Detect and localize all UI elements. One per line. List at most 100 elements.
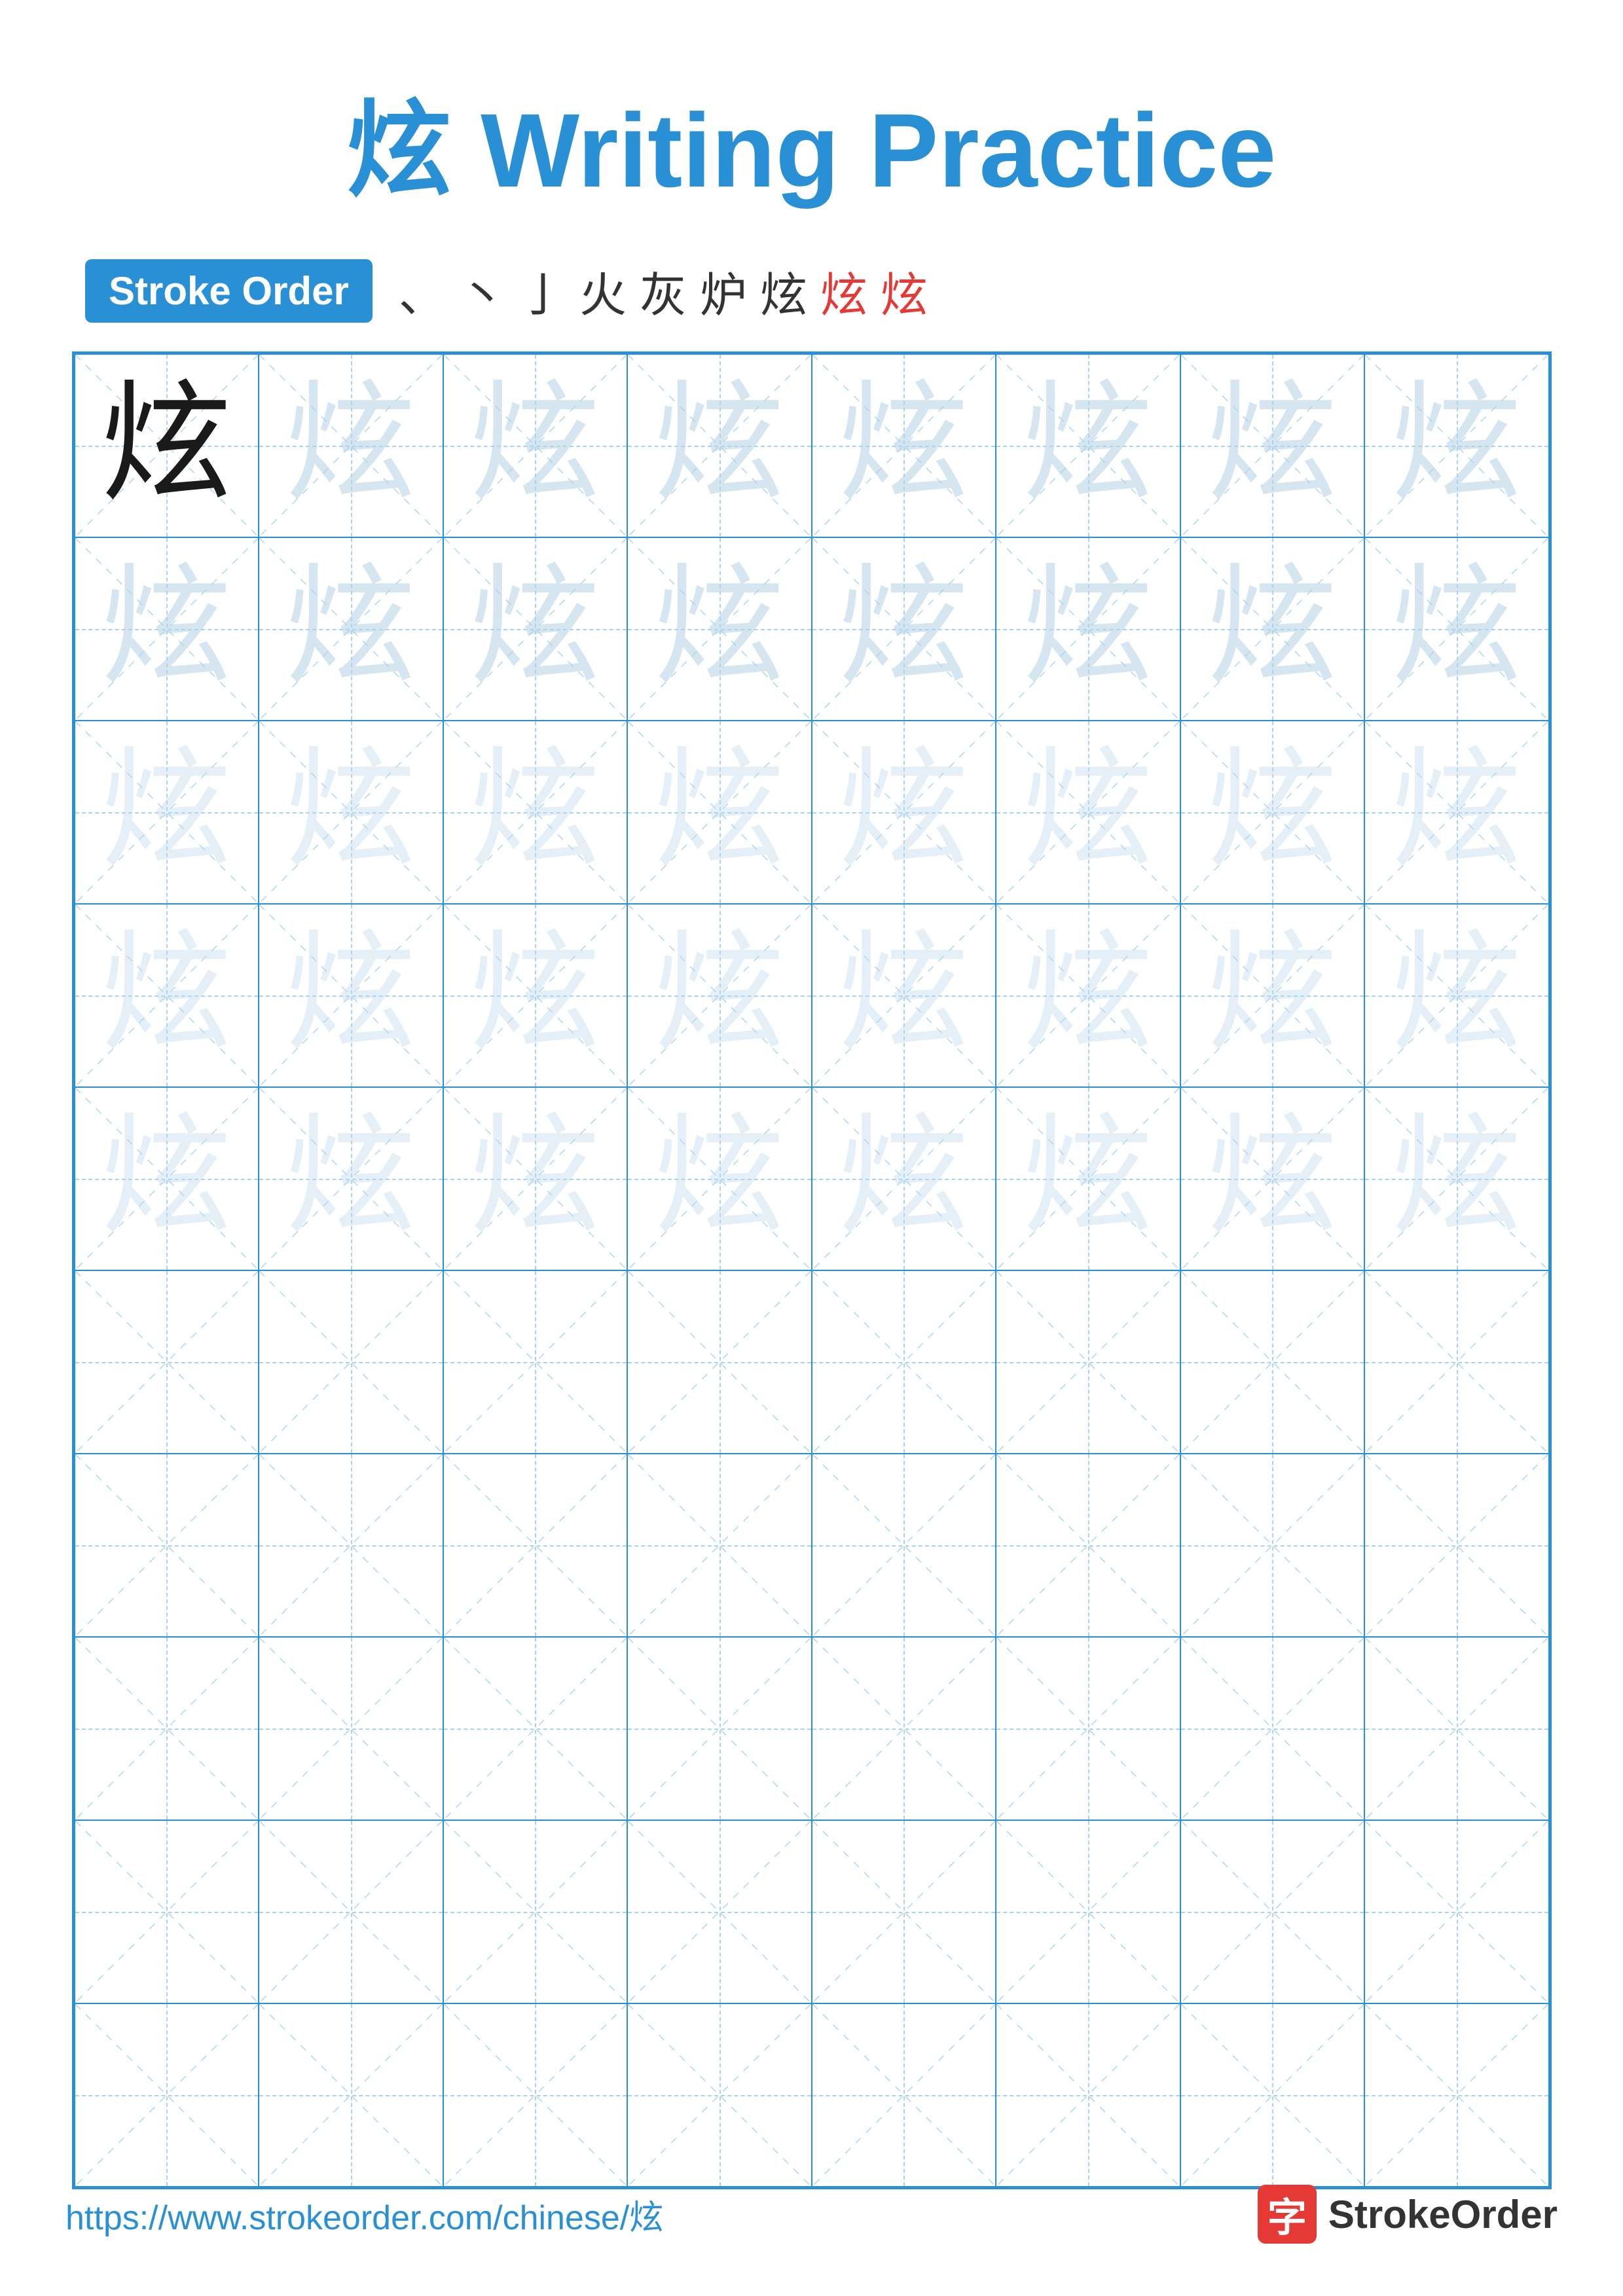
cell-6-5: [812, 1270, 996, 1454]
cell-10-6: [996, 2003, 1180, 2187]
char-light: 炫: [1023, 564, 1154, 694]
char-very-light: 炫: [1023, 747, 1154, 878]
cell-2-1: 炫: [75, 537, 259, 721]
char-light: 炫: [1207, 380, 1338, 511]
cell-3-7: 炫: [1180, 721, 1365, 904]
cell-8-6: [996, 1637, 1180, 1820]
char-dark: 炫: [101, 380, 232, 511]
cell-10-7: [1180, 2003, 1365, 2187]
cell-9-7: [1180, 1820, 1365, 2003]
cell-10-8: [1364, 2003, 1549, 2187]
page: 炫 Writing Practice Stroke Order 、 丶 亅 火 …: [0, 0, 1623, 2296]
grid-row-6: [75, 1270, 1549, 1454]
footer: https://www.strokeorder.com/chinese/炫 字 …: [65, 2185, 1558, 2244]
char-light: 炫: [1023, 380, 1154, 511]
cell-2-8: 炫: [1364, 537, 1549, 721]
cell-5-7: 炫: [1180, 1087, 1365, 1270]
cell-7-8: [1364, 1454, 1549, 1637]
char-very-light: 炫: [469, 747, 600, 878]
cell-7-7: [1180, 1454, 1365, 1637]
char-light: 炫: [469, 564, 600, 694]
cell-9-1: [75, 1820, 259, 2003]
char-very-light: 炫: [285, 747, 416, 878]
cell-4-1: 炫: [75, 904, 259, 1087]
stroke-3: 亅: [519, 257, 566, 325]
char-very-light: 炫: [1391, 1113, 1522, 1244]
char-very-light: 炫: [1023, 1113, 1154, 1244]
grid-row-10: [75, 2003, 1549, 2187]
cell-7-1: [75, 1454, 259, 1637]
char-very-light: 炫: [654, 747, 785, 878]
stroke-order-badge: Stroke Order: [85, 259, 373, 323]
grid-row-2: 炫 炫 炫 炫 炫 炫 炫 炫: [75, 537, 1549, 721]
cell-9-4: [627, 1820, 812, 2003]
stroke-2: 丶: [459, 257, 506, 325]
cell-5-4: 炫: [627, 1087, 812, 1270]
cell-6-4: [627, 1270, 812, 1454]
char-very-light: 炫: [1207, 1113, 1338, 1244]
cell-7-6: [996, 1454, 1180, 1637]
cell-5-5: 炫: [812, 1087, 996, 1270]
char-very-light: 炫: [1207, 930, 1338, 1061]
cell-1-8: 炫: [1364, 354, 1549, 537]
stroke-5: 灰: [640, 257, 687, 325]
char-very-light: 炫: [285, 1113, 416, 1244]
stroke-4: 火: [579, 257, 627, 325]
char-light: 炫: [838, 564, 969, 694]
grid-row-9: [75, 1820, 1549, 2003]
char-very-light: 炫: [654, 1113, 785, 1244]
cell-6-2: [259, 1270, 443, 1454]
char-very-light: 炫: [101, 747, 232, 878]
cell-7-5: [812, 1454, 996, 1637]
char-very-light: 炫: [838, 930, 969, 1061]
char-very-light: 炫: [1023, 930, 1154, 1061]
cell-5-8: 炫: [1364, 1087, 1549, 1270]
cell-6-6: [996, 1270, 1180, 1454]
cell-1-1: 炫: [75, 354, 259, 537]
cell-9-5: [812, 1820, 996, 2003]
char-very-light: 炫: [838, 1113, 969, 1244]
cell-4-4: 炫: [627, 904, 812, 1087]
cell-9-6: [996, 1820, 1180, 2003]
cell-1-4: 炫: [627, 354, 812, 537]
stroke-8: 炫: [820, 257, 867, 325]
grid-row-8: [75, 1637, 1549, 1820]
char-very-light: 炫: [1391, 747, 1522, 878]
cell-2-5: 炫: [812, 537, 996, 721]
cell-6-8: [1364, 1270, 1549, 1454]
footer-url[interactable]: https://www.strokeorder.com/chinese/炫: [65, 2190, 663, 2239]
cell-10-4: [627, 2003, 812, 2187]
grid-row-1: 炫 炫: [75, 354, 1549, 537]
footer-brand: 字 StrokeOrder: [1258, 2185, 1558, 2244]
cell-1-2: 炫: [259, 354, 443, 537]
cell-1-7: 炫: [1180, 354, 1365, 537]
cell-8-7: [1180, 1637, 1365, 1820]
cell-4-3: 炫: [443, 904, 628, 1087]
char-very-light: 炫: [1207, 747, 1338, 878]
cell-8-2: [259, 1637, 443, 1820]
stroke-sequence: 、 丶 亅 火 灰 炉 炫 炫 炫: [399, 257, 928, 325]
cell-5-6: 炫: [996, 1087, 1180, 1270]
cell-4-2: 炫: [259, 904, 443, 1087]
char-very-light: 炫: [1391, 930, 1522, 1061]
char-light: 炫: [654, 380, 785, 511]
brand-icon: 字: [1258, 2185, 1317, 2244]
char-very-light: 炫: [469, 930, 600, 1061]
grid-table: 炫 炫: [74, 353, 1550, 2187]
grid-row-3: 炫 炫 炫 炫 炫 炫 炫 炫: [75, 721, 1549, 904]
cell-9-2: [259, 1820, 443, 2003]
cell-1-6: 炫: [996, 354, 1180, 537]
cell-6-7: [1180, 1270, 1365, 1454]
cell-5-3: 炫: [443, 1087, 628, 1270]
char-very-light: 炫: [285, 930, 416, 1061]
cell-5-1: 炫: [75, 1087, 259, 1270]
cell-8-4: [627, 1637, 812, 1820]
char-very-light: 炫: [469, 1113, 600, 1244]
cell-3-3: 炫: [443, 721, 628, 904]
cell-7-4: [627, 1454, 812, 1637]
cell-3-4: 炫: [627, 721, 812, 904]
stroke-9: 炫: [881, 257, 928, 325]
cell-2-7: 炫: [1180, 537, 1365, 721]
cell-5-2: 炫: [259, 1087, 443, 1270]
cell-2-3: 炫: [443, 537, 628, 721]
